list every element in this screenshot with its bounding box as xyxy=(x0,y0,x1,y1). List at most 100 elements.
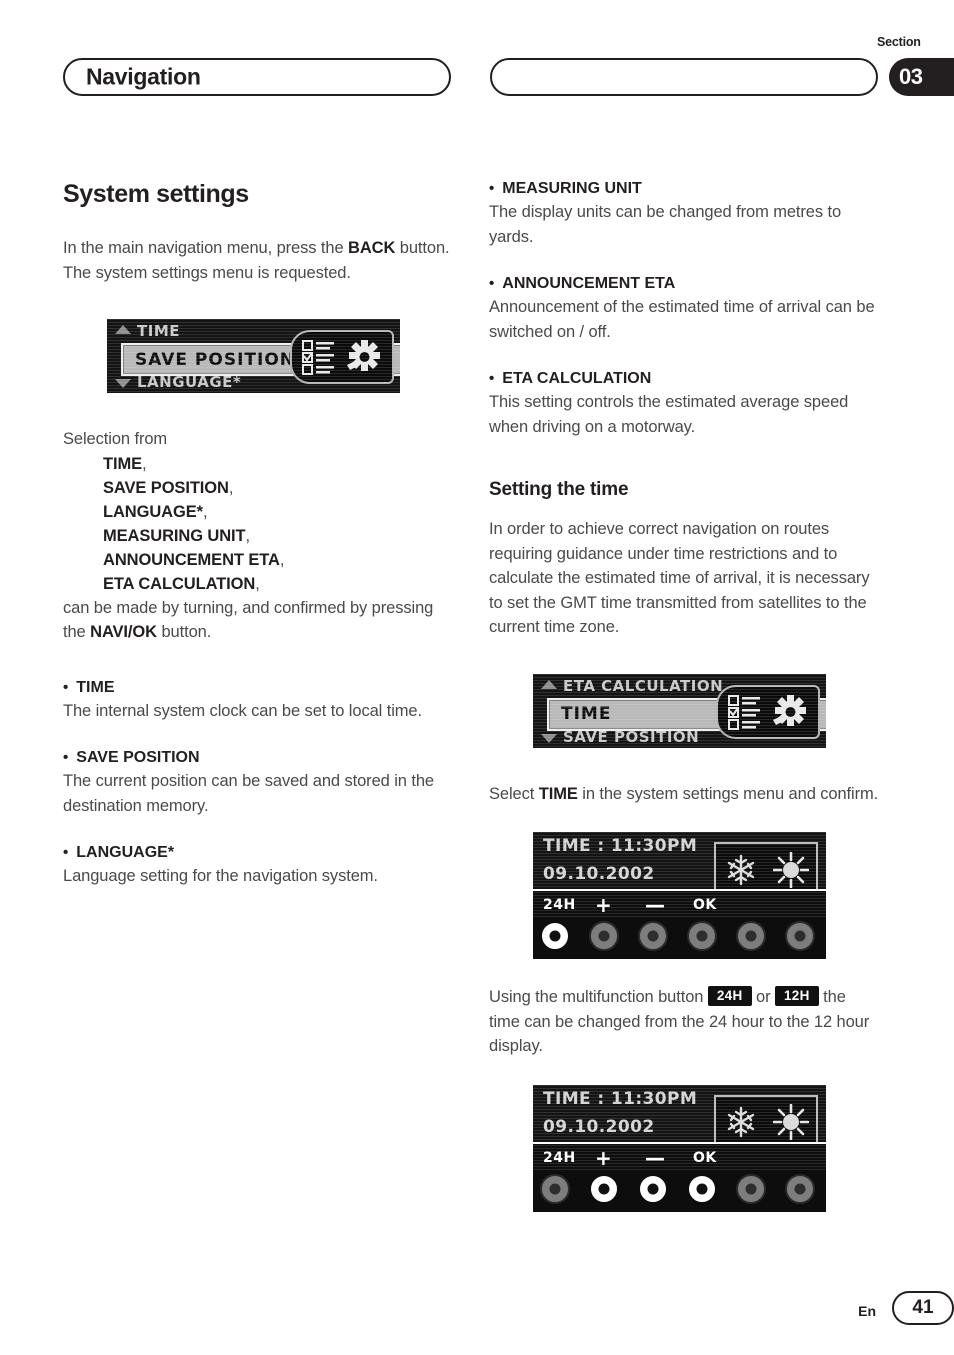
settings-checklist-gear-icon xyxy=(716,684,820,739)
lcd-date-value: 09.10.2002 xyxy=(543,864,655,884)
bullet-title: ANNOUNCEMENT ETA xyxy=(502,275,676,292)
bullet-body: The current position can be saved and st… xyxy=(63,772,434,815)
multifunction-button-4[interactable] xyxy=(687,1173,717,1204)
navi-ok-keyword: NAVI/OK xyxy=(90,623,157,641)
button-label-plus: + xyxy=(595,1145,613,1170)
lcd-menu-item-above: ETA CALCULATION xyxy=(563,676,724,695)
multifunction-button-row xyxy=(533,917,826,959)
menu-item-label: ANNOUNCEMENT ETA xyxy=(103,550,280,569)
selection-intro: Selection from xyxy=(63,430,168,448)
multifunction-button-3[interactable] xyxy=(638,1173,668,1204)
bullet-block-save-position: • SAVE POSITION The current position can … xyxy=(63,749,453,818)
intro-text-2: button. xyxy=(395,239,450,257)
multifunction-button-row xyxy=(533,1169,826,1212)
bullet-dot-icon: • xyxy=(63,749,69,766)
menu-item-label: LANGUAGE* xyxy=(103,502,203,521)
button-label-24h: 24H xyxy=(543,1149,576,1166)
scroll-up-arrow-icon xyxy=(115,325,131,334)
bullet-block-announcement-eta: • ANNOUNCEMENT ETA Announcement of the es… xyxy=(489,275,879,344)
lcd-time-display-figure-2: TIME : 11:30PM 09.10.2002 24H + — OK xyxy=(533,1084,879,1212)
header-empty-pill xyxy=(490,58,878,96)
multifunction-button-3[interactable] xyxy=(638,921,668,951)
button-label-plus: + xyxy=(595,893,613,917)
multifunction-button-2[interactable] xyxy=(589,1173,619,1204)
bullet-title: MEASURING UNIT xyxy=(502,180,642,197)
bullet-body: The internal system clock can be set to … xyxy=(63,701,422,720)
intro-text-3: The system settings menu is requested. xyxy=(63,263,351,282)
intro-paragraph: In the main navigation menu, press the B… xyxy=(63,236,453,285)
multifunction-button-5[interactable] xyxy=(736,1173,766,1204)
lcd-button-labels-bar: 24H + — OK xyxy=(533,889,826,917)
multifunction-button-1[interactable] xyxy=(540,1173,570,1204)
button-label-minus: — xyxy=(645,1145,666,1170)
multifunction-instruction: Using the multifunction button 24H or 12… xyxy=(489,985,879,1059)
lcd-time-display-figure-1: TIME : 11:30PM 09.10.2002 24H + — OK xyxy=(533,832,879,959)
select-text-2: in the system settings menu and confirm. xyxy=(577,784,879,803)
scroll-down-arrow-icon xyxy=(115,379,131,388)
menu-items-list: TIME, SAVE POSITION, LANGUAGE*, MEASURIN… xyxy=(63,452,453,596)
bullet-dot-icon: • xyxy=(63,678,69,696)
section-label: Section xyxy=(877,35,921,49)
multifunction-button-2[interactable] xyxy=(589,921,619,951)
bullet-body: This setting controls the estimated aver… xyxy=(489,393,849,436)
sun-icon xyxy=(772,1104,809,1140)
bullet-dot-icon: • xyxy=(489,370,495,387)
bullet-block-measuring-unit: • MEASURING UNIT The display units can be… xyxy=(489,180,879,249)
snowflake-icon xyxy=(727,1106,754,1138)
menu-item-label: SAVE POSITION xyxy=(103,478,229,497)
left-column: System settings In the main navigation m… xyxy=(63,180,453,889)
lcd-time-value: TIME : 11:30PM xyxy=(543,1088,698,1109)
button-label-ok: OK xyxy=(693,897,717,913)
section-heading-setting-the-time: Setting the time xyxy=(489,479,629,500)
lcd-date-value: 09.10.2002 xyxy=(543,1116,655,1137)
list-item: TIME, xyxy=(103,454,147,473)
bullet-title: SAVE POSITION xyxy=(76,749,200,766)
page-header: Navigation Section 03 xyxy=(0,0,954,110)
lcd-button-labels-bar: 24H + — OK xyxy=(533,1141,826,1170)
bullet-block-eta-calculation: • ETA CALCULATION This setting controls t… xyxy=(489,370,879,439)
button-label-ok: OK xyxy=(693,1149,717,1166)
lcd-menu-item-below: SAVE POSITION xyxy=(563,727,700,746)
list-item: SAVE POSITION, xyxy=(103,478,234,497)
bullet-heading: • SAVE POSITION xyxy=(63,749,453,767)
multifunction-button-5[interactable] xyxy=(736,921,766,951)
multifunction-button-6[interactable] xyxy=(785,921,815,951)
bullet-body: Announcement of the estimated time of ar… xyxy=(489,298,875,341)
bullet-title: LANGUAGE* xyxy=(76,844,175,861)
lcd-screen: TIME : 11:30PM 09.10.2002 24H + — OK xyxy=(533,832,826,917)
right-column: • MEASURING UNIT The display units can be… xyxy=(489,180,879,1212)
bullet-heading: • TIME xyxy=(63,679,453,697)
page-title: System settings xyxy=(63,180,249,208)
lcd-menu-item-below: LANGUAGE* xyxy=(137,373,242,391)
button-label-minus: — xyxy=(645,893,666,917)
multifunction-button-4[interactable] xyxy=(687,921,717,951)
bullet-dot-icon: • xyxy=(489,180,495,197)
multifunction-text-1: Using the multifunction button xyxy=(489,988,708,1006)
list-item: MEASURING UNIT, xyxy=(103,526,251,545)
time-keyword: TIME xyxy=(538,784,578,803)
list-item: ANNOUNCEMENT ETA, xyxy=(103,550,285,569)
multifunction-button-6[interactable] xyxy=(785,1173,815,1204)
intro-text-1: In the main navigation menu, press the xyxy=(63,239,349,257)
settings-checklist-gear-icon xyxy=(290,330,394,384)
multifunction-button-1[interactable] xyxy=(540,921,570,951)
bullet-title: ETA CALCULATION xyxy=(502,370,652,387)
bullet-dot-icon: • xyxy=(489,275,495,292)
chapter-title: Navigation xyxy=(86,63,201,90)
sun-icon xyxy=(772,851,809,888)
lcd-time-value: TIME : 11:30PM xyxy=(543,836,698,856)
bullet-heading: • ETA CALCULATION xyxy=(489,370,879,388)
bullet-block-language: • LANGUAGE* Language setting for the navi… xyxy=(63,844,453,889)
bullet-heading: • LANGUAGE* xyxy=(63,844,453,862)
multifunction-text-2: or xyxy=(751,988,775,1006)
bullet-dot-icon: • xyxy=(63,844,69,861)
select-text-1: Select xyxy=(489,784,539,803)
snowflake-icon xyxy=(727,854,754,885)
section-badge: 03 xyxy=(889,58,954,96)
selection-outro: can be made by turning, and confirmed by… xyxy=(63,596,453,645)
list-item: LANGUAGE*, xyxy=(103,502,208,521)
menu-item-label: ETA CALCULATION xyxy=(103,574,256,593)
menu-item-label: TIME xyxy=(103,454,143,473)
section-number: 03 xyxy=(899,64,923,89)
bullet-heading: • ANNOUNCEMENT ETA xyxy=(489,275,879,293)
